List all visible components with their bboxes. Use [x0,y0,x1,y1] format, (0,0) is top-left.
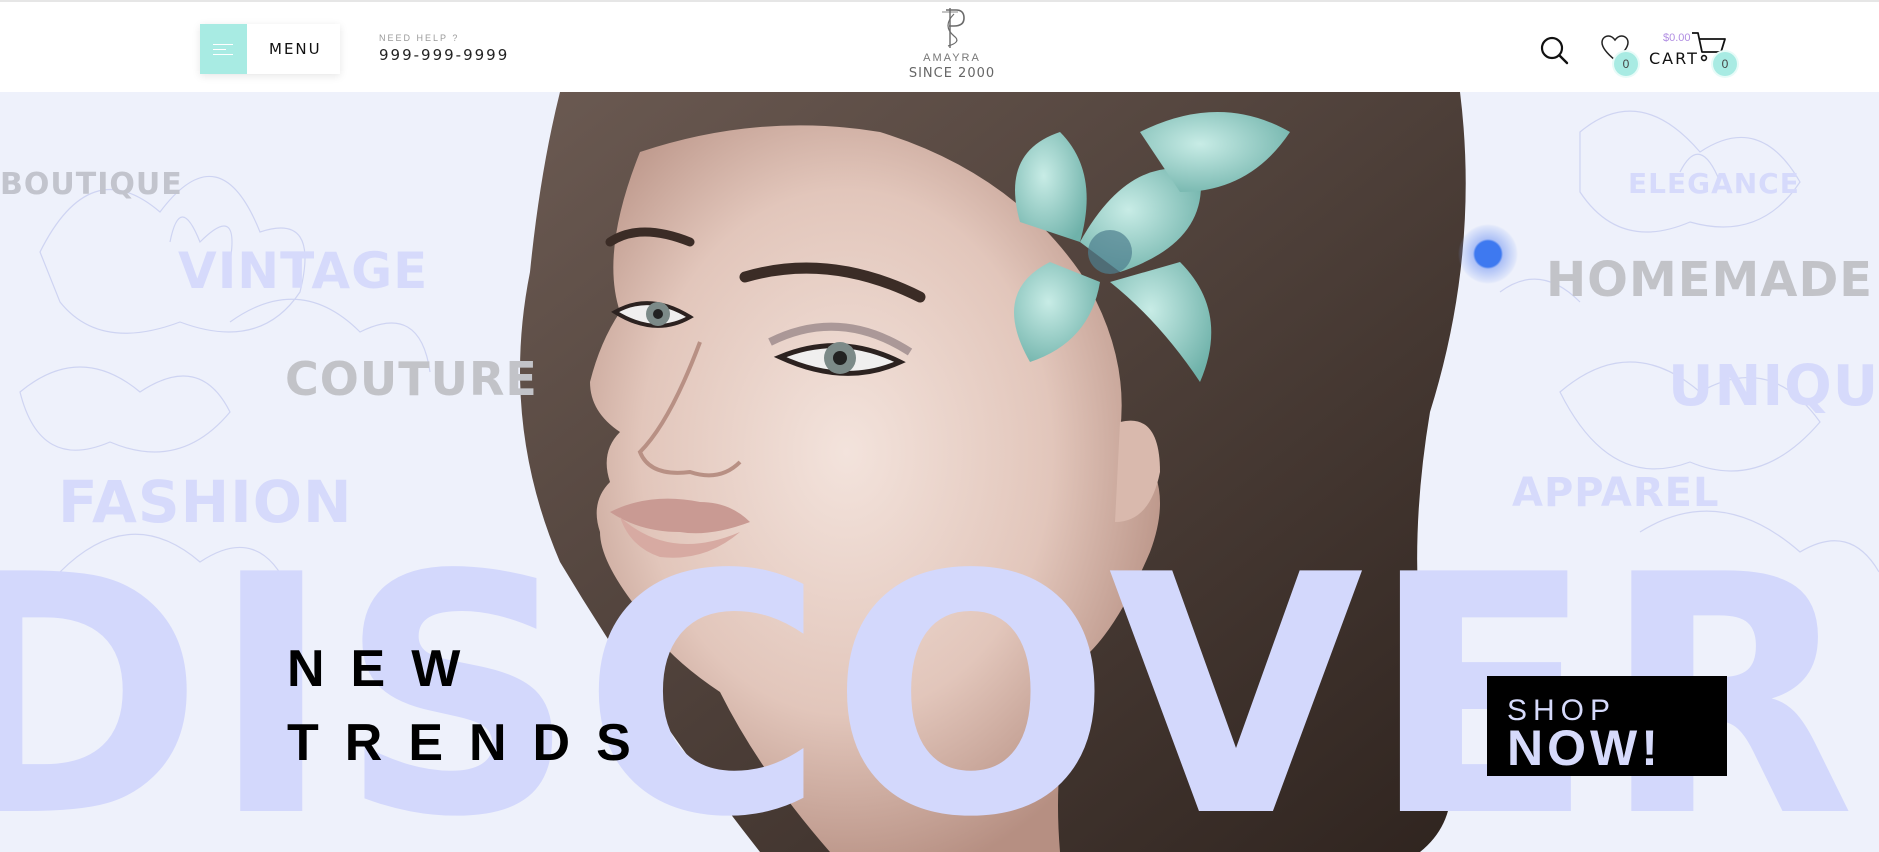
hero-word-unique: UNIQUE [1668,354,1879,419]
hero-word-elegance: ELEGANCE [1628,167,1800,200]
headline-line-1: NEW [287,640,487,698]
shop-now-button[interactable]: SHOP NOW! [1487,676,1727,776]
hero-word-couture: COUTURE [285,352,538,406]
menu-label: MENU [269,40,322,58]
page: MENU NEED HELP ? 999-999-9999 AMAYRA SIN… [0,0,1879,852]
logo-since: SINCE 2000 [908,66,996,81]
menu-icon [200,24,247,74]
cursor-indicator [1458,224,1518,284]
wishlist-count-badge: 0 [1614,52,1638,76]
headline-line-2: TRENDS [287,714,657,772]
hero-word-boutique: BOUTIQUE [0,167,183,202]
hero-banner: BOUTIQUE VINTAGE COUTURE FASHION ELEGANC… [0,92,1879,852]
site-header: MENU NEED HELP ? 999-999-9999 AMAYRA SIN… [0,0,1879,92]
cart-count-badge: 0 [1713,52,1737,76]
menu-button[interactable]: MENU [200,24,340,74]
logo-brand: AMAYRA [923,52,981,64]
search-icon[interactable] [1539,35,1569,65]
site-logo[interactable]: AMAYRA SINCE 2000 [900,6,1004,81]
cart-total: $0.00 [1663,32,1691,44]
logo-mark [942,8,965,48]
help-label: NEED HELP ? [379,33,460,43]
shop-now-big: NOW! [1507,720,1662,776]
hero-headline: NEW TRENDS [287,632,657,780]
help-contact: NEED HELP ? 999-999-9999 [379,33,509,64]
hero-word-homemade: HOMEMADE [1546,252,1874,308]
help-phone[interactable]: 999-999-9999 [379,46,509,64]
hero-word-vintage: VINTAGE [178,242,429,300]
